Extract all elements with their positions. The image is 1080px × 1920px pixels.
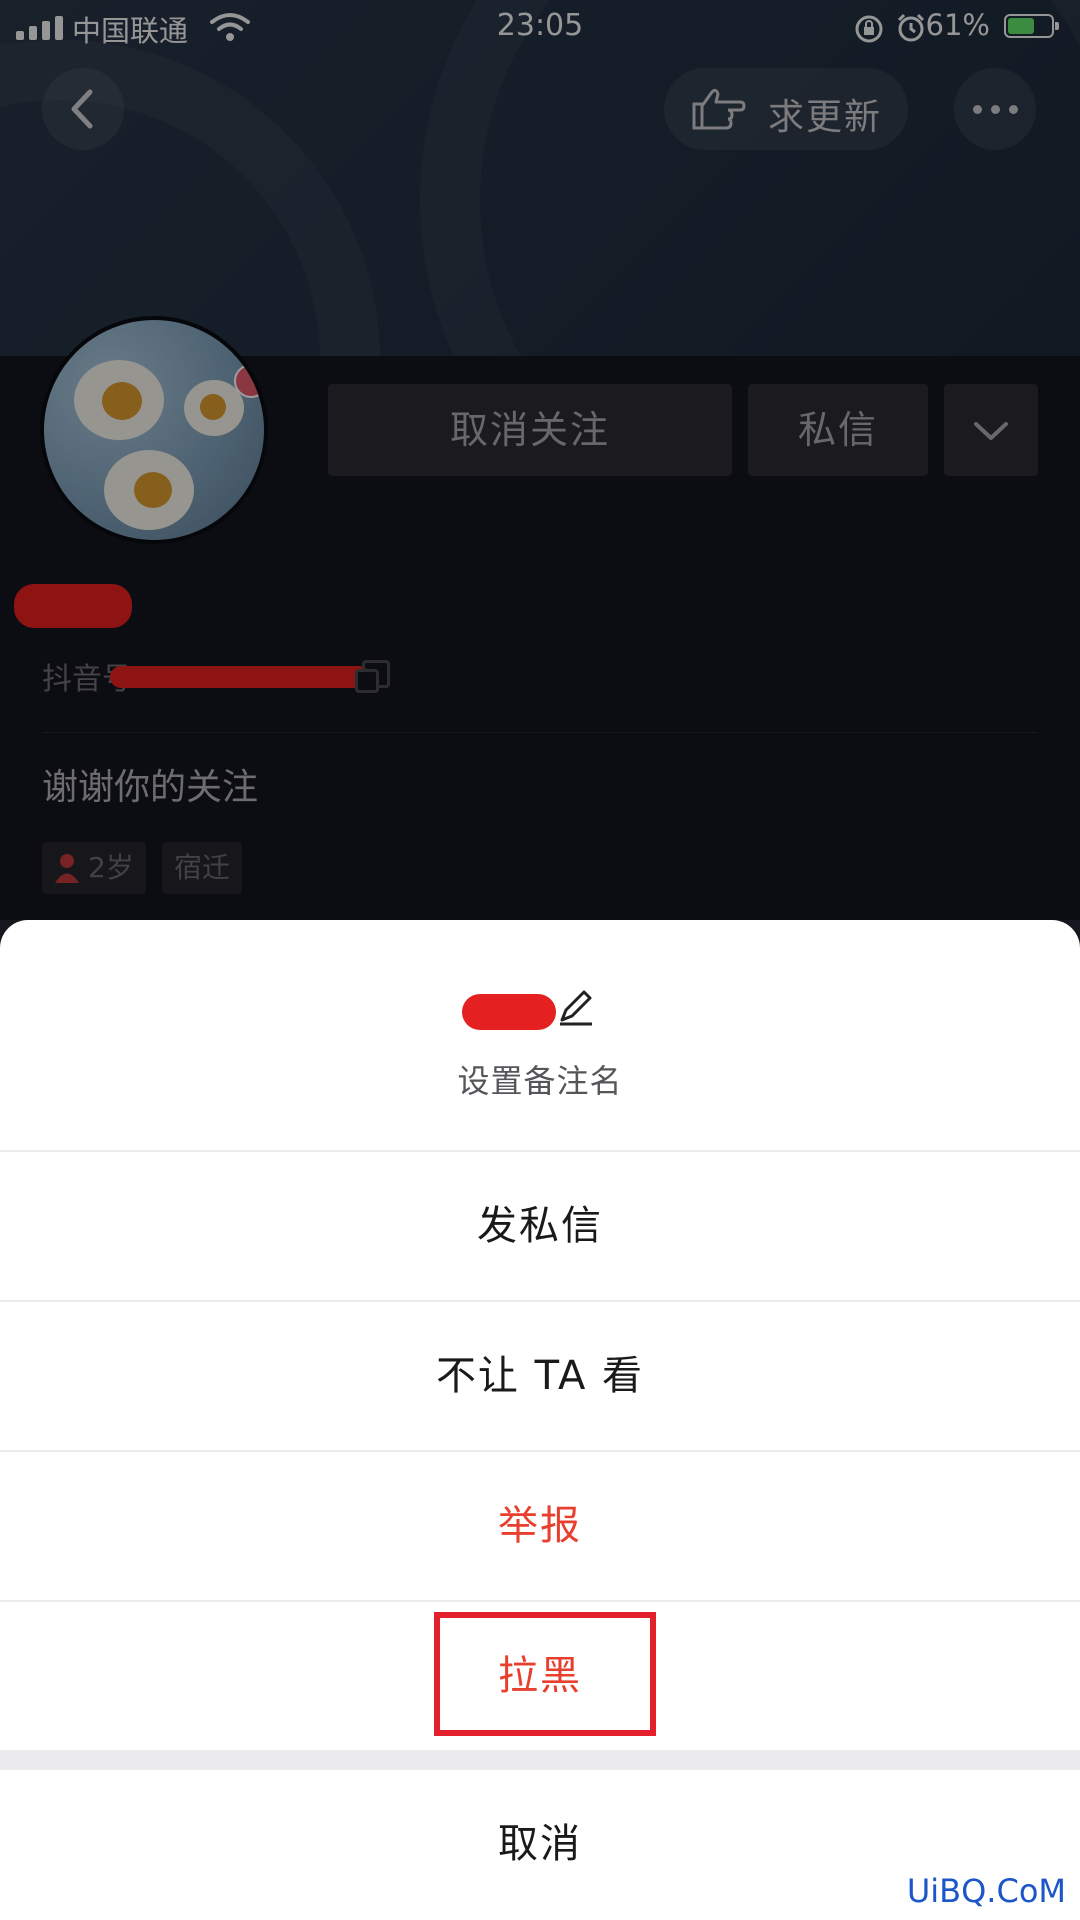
sheet-gap bbox=[0, 1750, 1080, 1770]
set-remark-label: 设置备注名 bbox=[457, 1062, 623, 1100]
block-highlight-box bbox=[434, 1612, 656, 1736]
redacted-remark-name bbox=[462, 994, 556, 1030]
hide-from-user-option[interactable]: 不让 TA 看 bbox=[0, 1302, 1080, 1450]
edit-icon bbox=[560, 990, 592, 1026]
action-sheet: 设置备注名 发私信 不让 TA 看 举报 拉黑 取消 bbox=[0, 920, 1080, 1920]
watermark: UiBQ.CoM bbox=[906, 1872, 1066, 1910]
modal-overlay[interactable] bbox=[0, 0, 1080, 920]
send-message-option[interactable]: 发私信 bbox=[0, 1152, 1080, 1300]
report-option[interactable]: 举报 bbox=[0, 1452, 1080, 1600]
remark-name-header[interactable]: 设置备注名 bbox=[0, 920, 1080, 1150]
